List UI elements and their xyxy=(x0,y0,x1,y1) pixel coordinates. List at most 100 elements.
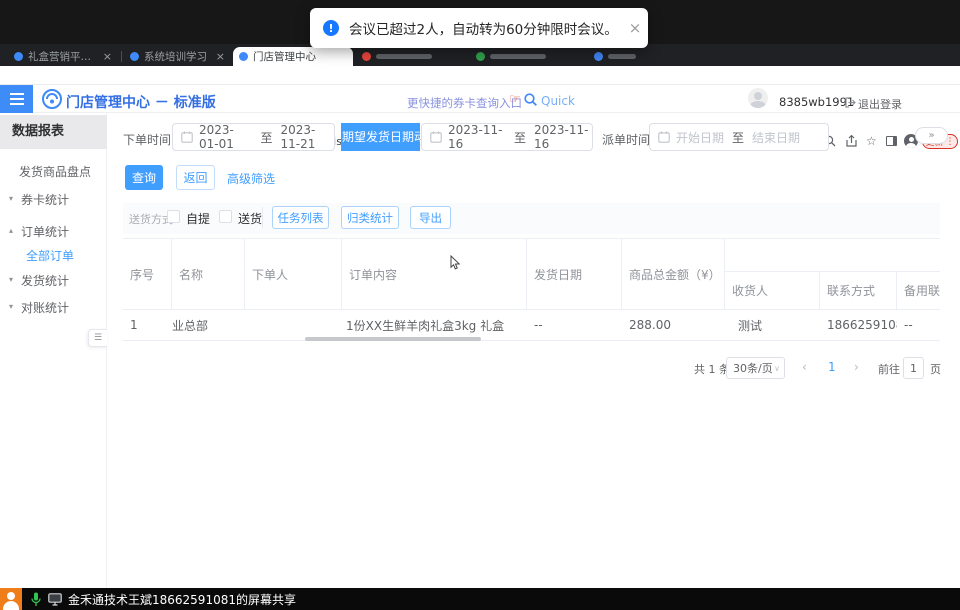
username-text: 8385wb1991 xyxy=(779,95,854,109)
end-date-value: 2023-11-16 xyxy=(534,123,592,151)
cell-buyer xyxy=(245,310,342,340)
quick-link[interactable]: Quick xyxy=(541,94,575,108)
delivery-checkbox-label[interactable]: 送货 xyxy=(238,210,262,227)
sidebar-item-shipping-stats[interactable]: 发货统计 xyxy=(21,272,69,289)
bookmark-star-icon[interactable]: ☆ xyxy=(866,133,877,150)
page-size-select[interactable]: 30条/页 ∨ xyxy=(726,357,785,379)
cell-ship-date: -- xyxy=(527,310,622,340)
horizontal-scrollbar-thumb[interactable] xyxy=(305,337,481,341)
col-group-top-cell xyxy=(725,239,940,272)
col-header-buyer: 下单人 xyxy=(245,239,342,309)
goto-page-input[interactable] xyxy=(903,357,924,379)
obscured-tab[interactable] xyxy=(356,47,462,66)
logout-icon[interactable] xyxy=(845,97,856,108)
order-time-label: 下单时间 xyxy=(123,131,171,148)
browser-tab[interactable]: 礼盒营销平台管理中心 × xyxy=(8,47,118,66)
tab-close-icon[interactable]: × xyxy=(216,51,225,62)
sidebar-item-reconcile-stats[interactable]: 对账统计 xyxy=(21,299,69,316)
obscured-tab[interactable] xyxy=(470,47,580,66)
browser-tab[interactable]: 系统培训学习 × xyxy=(124,47,231,66)
share-avatar-icon[interactable] xyxy=(0,588,22,610)
tab-separator xyxy=(121,51,122,62)
sidebar-item-all-orders-active[interactable]: 全部订单 xyxy=(26,247,74,264)
app-title: 门店管理中心 － 标准版 xyxy=(66,92,216,112)
cell-index: 1 xyxy=(123,310,172,340)
side-panel-fill xyxy=(893,137,896,145)
col-header-order-content: 订单内容 xyxy=(342,239,527,309)
logout-button[interactable]: 退出登录 xyxy=(858,96,902,112)
task-list-button[interactable]: 任务列表 xyxy=(272,206,329,229)
calendar-icon xyxy=(658,131,670,143)
range-separator: 至 xyxy=(732,129,744,146)
browser-addressbar: ← → ↻ md.maboy.cn/OrderStatisticsDetail?… xyxy=(0,66,960,85)
caret-up-icon[interactable]: ▴ xyxy=(9,226,13,235)
dispatch-date-range-input[interactable]: 开始日期 至 结束日期 xyxy=(649,123,829,151)
sidebar xyxy=(0,113,107,588)
col-header-index: 序号 xyxy=(123,239,172,309)
browser-tab-active[interactable]: 门店管理中心 xyxy=(233,47,353,66)
cell-name: 业总部 xyxy=(172,310,245,340)
expected-ship-date-button[interactable]: 期望发货日期动态 xyxy=(341,123,420,151)
current-page-number[interactable]: 1 xyxy=(828,360,836,374)
export-button[interactable]: 导出 xyxy=(410,206,451,229)
sidebar-item-coupon-stats[interactable]: 券卡统计 xyxy=(21,191,69,208)
hamburger-menu-button[interactable] xyxy=(0,85,33,113)
pagination-total: 共 1 条 xyxy=(694,361,730,377)
info-icon: ! xyxy=(323,20,339,36)
order-date-range-input[interactable]: 2023-01-01 至 2023-11-21 xyxy=(172,123,335,151)
tab-label xyxy=(376,54,432,59)
obscured-tab[interactable] xyxy=(588,47,652,66)
col-header-backup-phone: 备用联系方式 xyxy=(897,272,940,309)
screen-share-icon[interactable] xyxy=(48,593,62,606)
promo-link[interactable]: 更快捷的券卡查询入口 xyxy=(407,95,522,111)
back-button[interactable]: 返回 xyxy=(176,165,215,190)
meeting-toast: ! 会议已超过2人，自动转为60分钟限时会议。 × xyxy=(310,8,648,48)
sidebar-item-shipped-goods[interactable]: 发货商品盘点 xyxy=(19,163,91,180)
screen-share-bar: 金禾通技术王斌18662591081的屏幕共享 xyxy=(0,588,960,610)
prev-page-icon[interactable]: ‹ xyxy=(802,360,807,374)
side-panel-icon[interactable] xyxy=(886,136,897,146)
quick-search-icon[interactable] xyxy=(524,93,537,106)
site-favicon-icon xyxy=(130,52,139,61)
advanced-filter-link[interactable]: 高级筛选 xyxy=(227,170,275,187)
microphone-icon[interactable] xyxy=(31,592,41,607)
expected-date-range-input[interactable]: 2023-11-16 至 2023-11-16 xyxy=(421,123,593,151)
toast-close-icon[interactable]: × xyxy=(629,21,642,36)
filter-collapse-button[interactable]: » xyxy=(915,127,948,144)
end-date-value: 2023-11-21 xyxy=(281,123,334,151)
pickup-checkbox-label[interactable]: 自提 xyxy=(186,210,210,227)
cell-phone: 18662591081 xyxy=(820,310,897,340)
share-icon[interactable] xyxy=(846,135,857,147)
orders-table: 序号 名称 下单人 订单内容 发货日期 商品总金额（¥） 收货人 联系方式 备用… xyxy=(123,238,940,341)
caret-down-icon[interactable]: ▾ xyxy=(9,302,13,311)
cell-receiver: 测试 xyxy=(725,310,820,340)
tab-label xyxy=(490,54,546,59)
toast-message: 会议已超过2人，自动转为60分钟限时会议。 xyxy=(349,18,618,38)
tab-close-icon[interactable]: × xyxy=(103,51,112,62)
user-avatar[interactable] xyxy=(748,88,768,108)
group-stats-button[interactable]: 归类统计 xyxy=(341,206,399,229)
delivery-checkbox[interactable] xyxy=(219,210,232,223)
next-page-icon[interactable]: › xyxy=(854,360,859,374)
caret-down-icon[interactable]: ▾ xyxy=(9,275,13,284)
cell-backup-phone: -- xyxy=(897,310,940,340)
col-group-receiver: 收货人 联系方式 备用联系方式 xyxy=(725,239,940,309)
pickup-checkbox[interactable] xyxy=(167,210,180,223)
site-favicon-icon xyxy=(362,52,371,61)
page-size-value: 30条/页 xyxy=(733,360,773,376)
app-logo-icon xyxy=(42,89,62,109)
sidebar-collapse-handle[interactable]: ☰ xyxy=(88,329,107,347)
search-button[interactable]: 查询 xyxy=(125,165,163,190)
col-header-name: 名称 xyxy=(172,239,245,309)
sidebar-item-order-stats[interactable]: 订单统计 xyxy=(21,223,69,240)
start-date-value: 2023-11-16 xyxy=(448,123,506,151)
tab-label xyxy=(608,54,636,59)
goto-label: 前往 xyxy=(878,361,900,377)
mouse-cursor xyxy=(450,255,461,270)
col-header-amount: 商品总金额（¥） xyxy=(622,239,725,309)
caret-down-icon[interactable]: ▾ xyxy=(9,194,13,203)
range-separator: 至 xyxy=(514,129,526,146)
tab-label: 系统培训学习 xyxy=(144,49,211,64)
table-row[interactable]: 1 业总部 1份XX生鲜羊肉礼盒3kg 礼盒 -- 288.00 测试 1866… xyxy=(123,310,940,341)
range-separator: 至 xyxy=(260,129,272,146)
